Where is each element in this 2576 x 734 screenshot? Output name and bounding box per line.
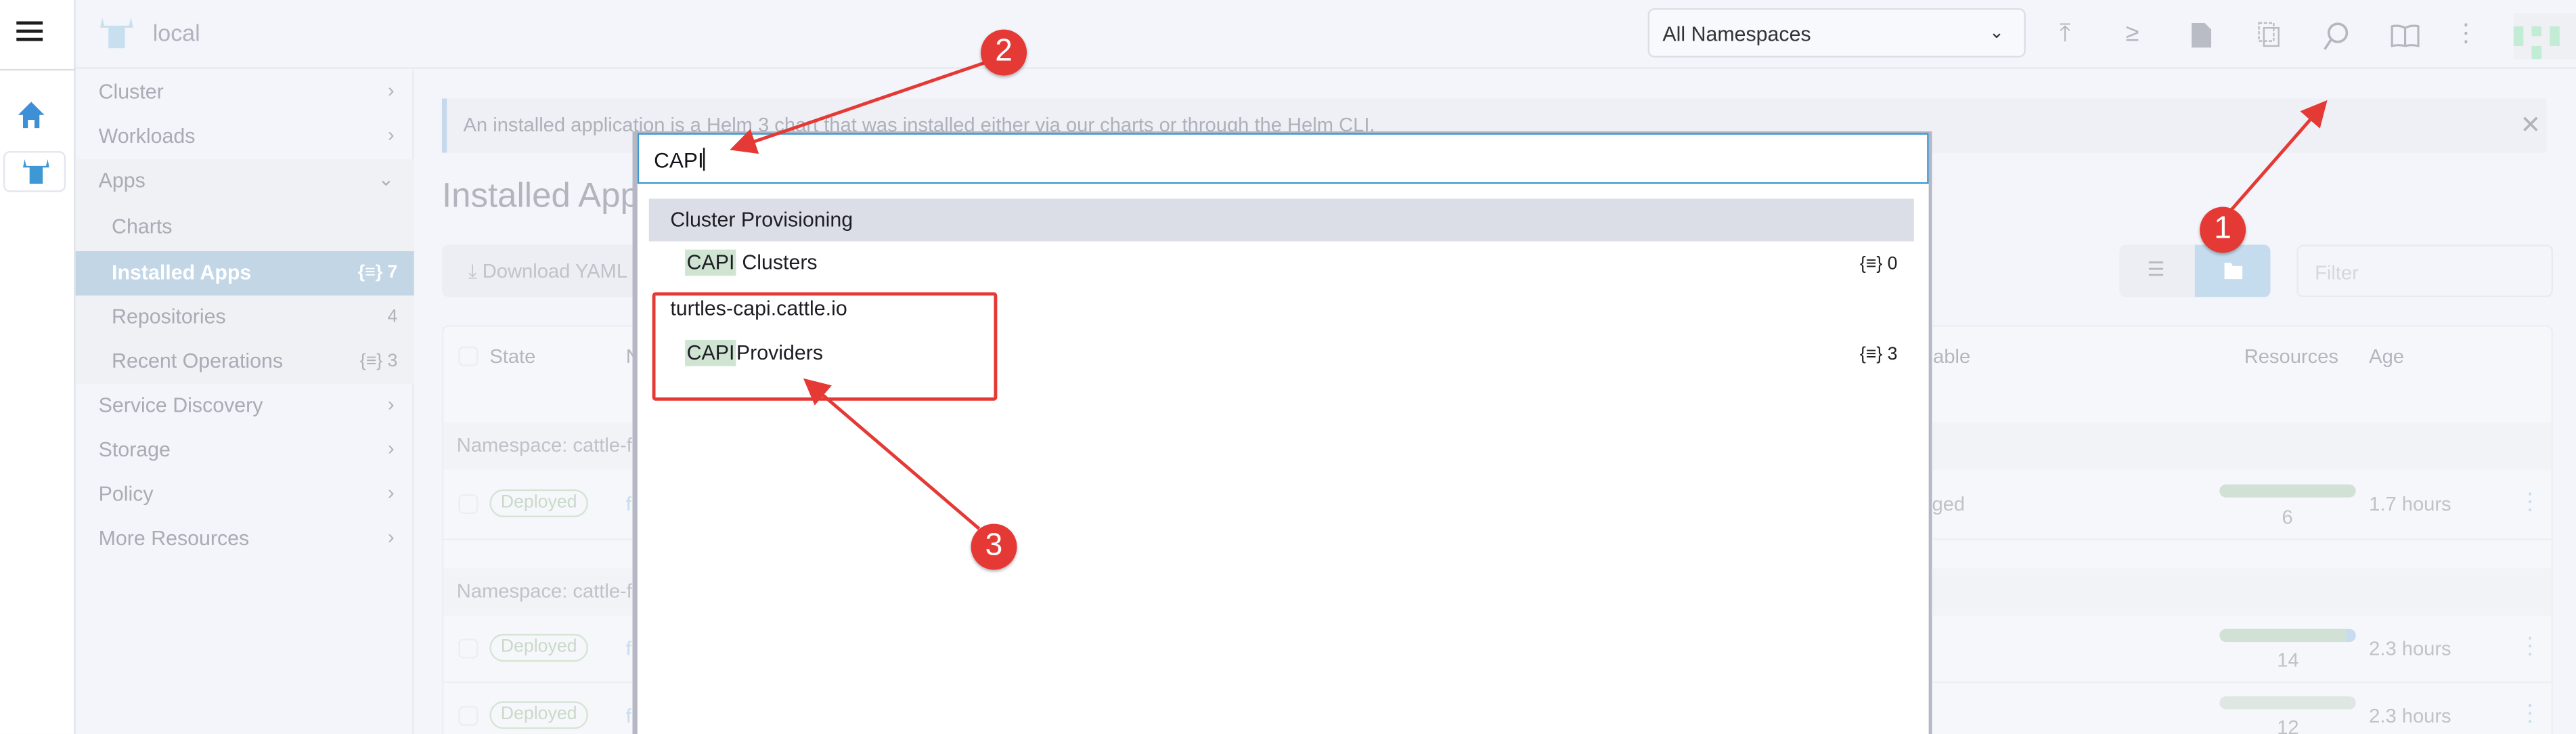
arrow-1 (2229, 100, 2328, 211)
annotation-marker-3: 3 (971, 523, 1017, 570)
arrow-3 (803, 378, 981, 530)
annotation-marker-2: 2 (981, 29, 1027, 76)
annotation-marker-1: 1 (2200, 207, 2246, 253)
annotation-arrows (730, 60, 2328, 530)
arrow-2 (730, 60, 987, 154)
